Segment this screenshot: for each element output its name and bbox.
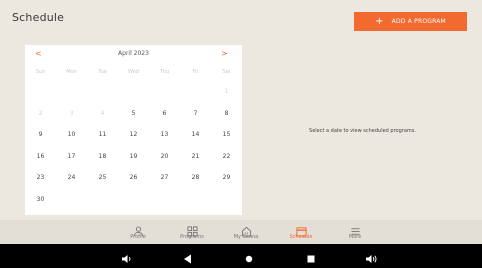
tab-programs[interactable]: Programs [170, 222, 214, 240]
empty-schedule-message: Select a date to view scheduled programs… [309, 128, 416, 134]
weekday-row: Sun Mon Tue Wed Thu Fri Sat [25, 69, 242, 75]
weekday-label: Sat [222, 69, 231, 75]
page-title: Schedule [12, 11, 65, 24]
tab-more[interactable]: More [333, 222, 377, 240]
menu-icon [333, 222, 377, 235]
plus-icon: + [375, 15, 384, 27]
volume-up-icon[interactable] [365, 250, 378, 268]
calendar-day[interactable]: 5 [118, 109, 149, 131]
back-icon[interactable] [182, 250, 194, 268]
calendar-day[interactable]: 19 [118, 152, 149, 174]
calendar-day [149, 87, 180, 109]
weekday-label: Mon [66, 69, 77, 75]
calendar-day: 4 [100, 109, 105, 117]
add-program-button[interactable]: + ADD A PROGRAM [354, 12, 467, 31]
calendar: < April 2023 > Sun Mon Tue Wed Thu Fri Sat 123… [25, 45, 242, 215]
weekday-label: Thu [159, 69, 170, 75]
calendar-day[interactable]: 13 [149, 130, 180, 152]
calendar-day[interactable]: 22 [211, 152, 242, 174]
weekday-label: Tue [98, 69, 107, 75]
calendar-day [149, 195, 180, 217]
weekday-label: Wed [128, 69, 139, 75]
calendar-day[interactable]: 14 [180, 130, 211, 152]
calendar-day[interactable]: 15 [211, 130, 242, 152]
calendar-day[interactable]: 30 [25, 195, 56, 217]
calendar-day[interactable]: 28 [180, 173, 211, 195]
calendar-day[interactable]: 7 [180, 109, 211, 131]
calendar-day[interactable]: 10 [56, 130, 87, 152]
volume-down-icon[interactable] [121, 250, 133, 268]
day-grid: 1 2 3 4 5 6 7 8 9 10 11 12 13 14 15 16 17 18 19 20 21 22 23 24 2… [25, 87, 242, 216]
calendar-day [87, 87, 118, 109]
tab-label: More [348, 234, 362, 240]
calendar-day[interactable]: 16 [25, 152, 56, 174]
calendar-day[interactable]: 12 [118, 130, 149, 152]
calendar-day [211, 195, 242, 217]
calendar-day[interactable]: 18 [87, 152, 118, 174]
tab-my-sauna[interactable]: My Sauna [224, 222, 268, 240]
calendar-day[interactable]: 27 [149, 173, 180, 195]
calendar-day[interactable]: 23 [25, 173, 56, 195]
calendar-day: 1 [224, 88, 229, 95]
home-icon[interactable] [243, 250, 255, 268]
system-navigation-bar [0, 244, 482, 268]
calendar-day [56, 195, 87, 217]
tab-label: Schedule [289, 234, 313, 240]
weekday-label: Fri [192, 69, 199, 75]
calendar-day[interactable]: 29 [211, 173, 242, 195]
calendar-day: 3 [69, 109, 74, 117]
calendar-day[interactable]: 20 [149, 152, 180, 174]
calendar-day: 2 [38, 109, 43, 117]
calendar-day [118, 195, 149, 217]
tab-label: Programs [180, 234, 204, 240]
sauna-icon [224, 222, 268, 237]
calendar-day[interactable]: 26 [118, 173, 149, 195]
calendar-day [25, 87, 56, 109]
calendar-day [180, 87, 211, 109]
calendar-day[interactable]: 8 [211, 109, 242, 131]
calendar-day[interactable]: 11 [87, 130, 118, 152]
month-label: April 2023 [118, 50, 149, 57]
calendar-day[interactable]: 17 [56, 152, 87, 174]
calendar-header: < April 2023 > [25, 45, 242, 63]
calendar-icon [279, 222, 323, 237]
person-icon [116, 222, 160, 237]
calendar-day[interactable]: 9 [25, 130, 56, 152]
add-program-label: ADD A PROGRAM [391, 18, 446, 25]
calendar-day [87, 195, 118, 217]
calendar-day[interactable]: 25 [87, 173, 118, 195]
calendar-day[interactable]: 6 [149, 109, 180, 131]
tab-label: My Sauna [233, 234, 259, 240]
calendar-day [180, 195, 211, 217]
tab-label: Profile [130, 234, 146, 240]
grid-icon [170, 222, 214, 237]
weekday-label: Sun [35, 69, 46, 75]
recents-icon[interactable] [305, 250, 317, 268]
tab-schedule[interactable]: Schedule [279, 222, 323, 240]
calendar-day [118, 87, 149, 109]
next-month-button[interactable]: > [221, 49, 228, 58]
bottom-navigation: Profile Programs My Sauna Schedule More [0, 220, 482, 244]
tab-profile[interactable]: Profile [116, 222, 160, 240]
calendar-day [56, 87, 87, 109]
calendar-day[interactable]: 24 [56, 173, 87, 195]
calendar-day[interactable]: 21 [180, 152, 211, 174]
